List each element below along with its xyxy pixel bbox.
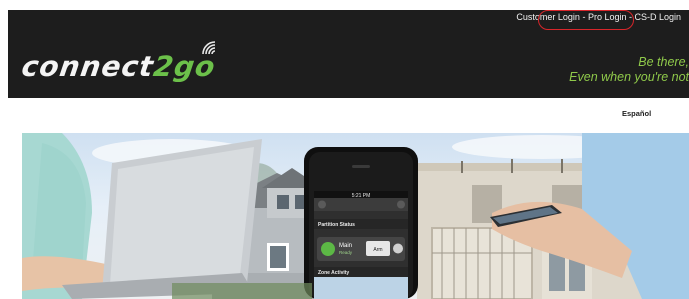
hero-illustration: 5:21 PM Partition Status Main Ready Arm … (22, 133, 689, 299)
wifi-signal-icon (202, 41, 216, 55)
tagline-line-2: Even when you're not (569, 70, 689, 84)
smartphone: 5:21 PM Partition Status Main Ready Arm … (304, 147, 418, 299)
arm-button-label: Arm (373, 247, 382, 253)
partition-status-label: Partition Status (318, 222, 355, 228)
csd-login-link[interactable]: CS-D Login (634, 12, 681, 22)
partition-device-name: Main (339, 243, 352, 249)
tagline: Be there, Even when you're not (569, 55, 689, 85)
hero-banner: 5:21 PM Partition Status Main Ready Arm … (22, 133, 689, 299)
logo-text-main: connect (19, 50, 157, 83)
partition-device-state: Ready (339, 250, 353, 255)
site-header: Customer Login - Pro Login - CS-D Login … (8, 10, 689, 98)
spanish-language-link[interactable]: Español (622, 109, 651, 118)
tagline-line-1: Be there, (638, 55, 689, 69)
zone-activity-label: Zone Activity (318, 270, 349, 276)
site-logo[interactable]: connect2go (20, 50, 218, 83)
login-highlight-circle (538, 10, 634, 30)
top-strip (0, 0, 689, 10)
